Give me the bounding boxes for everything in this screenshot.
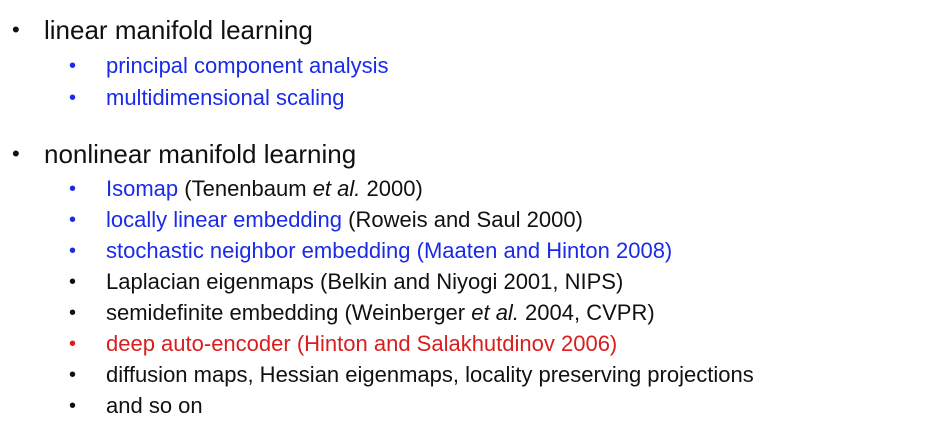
- section-title: nonlinear manifold learning: [44, 139, 357, 169]
- bullet-icon: •: [69, 333, 77, 355]
- bullet-icon: •: [12, 17, 20, 42]
- bullet-icon: •: [69, 55, 77, 77]
- item-label: stochastic neighbor embedding (Maaten an…: [106, 238, 673, 263]
- reference-etal: et al.: [312, 176, 361, 201]
- item-text: semidefinite embedding (Weinberger et al…: [106, 298, 655, 328]
- method-name: locally linear embedding: [106, 207, 343, 232]
- item-label: principal component analysis: [106, 53, 389, 78]
- label-etal: et al.: [471, 300, 519, 325]
- reference-post: 2000): [360, 176, 423, 201]
- bullet-icon: •: [69, 240, 77, 262]
- label-pre: semidefinite embedding (Weinberger: [106, 300, 472, 325]
- bullet-icon: •: [69, 271, 77, 293]
- item-label: deep auto-encoder (Hinton and Salakhutdi…: [106, 331, 618, 356]
- item-label: multidimensional scaling: [106, 85, 345, 110]
- item-label: and so on: [106, 393, 203, 418]
- bullet-icon: •: [69, 395, 77, 417]
- bullet-icon: •: [12, 141, 20, 166]
- section-title: linear manifold learning: [44, 15, 313, 45]
- bullet-icon: •: [69, 364, 77, 386]
- bullet-icon: •: [69, 178, 77, 200]
- bullet-icon: •: [69, 302, 77, 324]
- slide: • linear manifold learning • principal c…: [0, 0, 935, 444]
- reference-pre: (Tenenbaum: [178, 176, 313, 201]
- item-label: diffusion maps, Hessian eigenmaps, local…: [106, 362, 754, 387]
- item-text: locally linear embedding (Roweis and Sau…: [106, 205, 583, 235]
- label-post: 2004, CVPR): [518, 300, 655, 325]
- bullet-icon: •: [69, 209, 77, 231]
- item-label: Laplacian eigenmaps (Belkin and Niyogi 2…: [106, 269, 624, 294]
- item-text: Isomap (Tenenbaum et al. 2000): [106, 174, 423, 204]
- reference: (Roweis and Saul 2000): [342, 207, 583, 232]
- bullet-icon: •: [69, 87, 77, 109]
- method-name: Isomap: [106, 176, 179, 201]
